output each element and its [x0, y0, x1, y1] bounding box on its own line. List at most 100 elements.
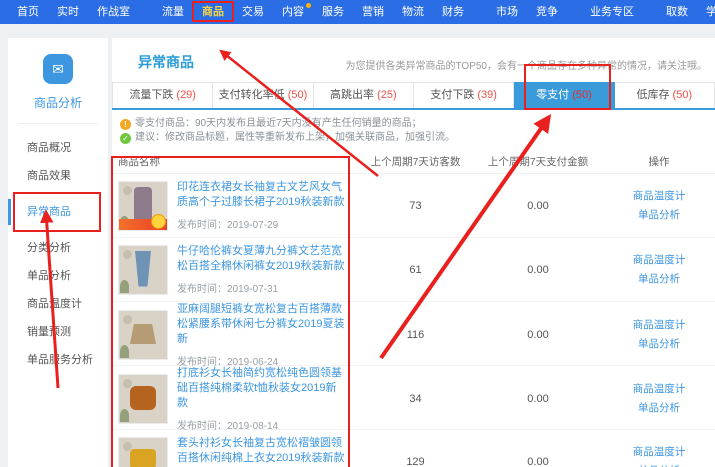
product-image[interactable] [118, 245, 168, 295]
nav-item-business-zone[interactable]: 业务专区 [581, 0, 643, 24]
nav-item-label: 取数 [666, 6, 688, 18]
nav-item-data-extract[interactable]: 取数 [657, 0, 697, 24]
publish-date-label: 发布时间： [177, 284, 227, 295]
product-thermometer-link[interactable]: 商品温度计 [603, 251, 715, 270]
sidebar-item-item-service-analysis[interactable]: 单品服务分析 [8, 346, 108, 374]
product-image[interactable] [118, 310, 168, 360]
visitors-value: 34 [358, 393, 473, 405]
tab-count: (50) [673, 89, 693, 101]
publish-date-label: 发布时间： [177, 220, 227, 231]
tab-label: 低库存 [636, 89, 669, 101]
page-note: 为您提供各类异常商品的TOP50，会有一个商品存在多种异常的情况，请关注哦。 [346, 57, 708, 72]
top-nav: 首页实时作战室 流量商品交易内容服务营销物流财务 市场竞争 业务专区 取数学院 [0, 0, 715, 24]
actions-cell: 商品温度计单品分析 [603, 316, 715, 354]
nav-item-trade[interactable]: 交易 [233, 0, 273, 24]
nav-item-finance[interactable]: 财务 [433, 0, 473, 24]
item-analysis-link[interactable]: 单品分析 [603, 270, 715, 289]
garment-shape [135, 251, 151, 287]
actions-cell: 商品温度计单品分析 [603, 251, 715, 289]
product-cell: 亚麻阔腿短裤女宽松复古百搭薄款松紧腰系带休闲七分裤女2019夏装新发布时间：20… [118, 302, 358, 368]
sidebar-menu: 商品概况商品效果异常商品分类分析单品分析商品温度计销量预测单品服务分析 [8, 134, 108, 374]
garment-shape [134, 187, 152, 223]
nav-item-home[interactable]: 首页 [8, 0, 48, 24]
product-title-link[interactable]: 印花连衣裙女长袖复古文艺风女气质高个子过膝长裙子2019秋装新款 [177, 180, 345, 210]
publish-date-value: 2019-08-14 [227, 421, 278, 432]
nav-item-traffic[interactable]: 流量 [153, 0, 193, 24]
sidebar-item-abnormal-products[interactable]: 异常商品 [8, 198, 108, 226]
nav-item-marketing[interactable]: 营销 [353, 0, 393, 24]
sidebar-item-label: 商品效果 [27, 170, 71, 182]
product-title-link[interactable]: 打底衫女长袖简约宽松纯色圆领基础百搭纯棉柔软t恤秋装女2019新款 [177, 366, 345, 411]
product-thermometer-link[interactable]: 商品温度计 [603, 187, 715, 206]
table-body: 印花连衣裙女长袖复古文艺风女气质高个子过膝长裙子2019秋装新款发布时间： 201… [112, 174, 715, 467]
item-analysis-link[interactable]: 单品分析 [603, 462, 715, 467]
sidebar-item-product-thermometer[interactable]: 商品温度计 [8, 290, 108, 318]
nav-item-service[interactable]: 服务 [313, 0, 353, 24]
product-image[interactable] [118, 181, 168, 231]
item-analysis-link[interactable]: 单品分析 [603, 206, 715, 225]
nav-item-war-room[interactable]: 作战室 [88, 0, 139, 24]
visitors-value: 73 [358, 200, 473, 212]
sidebar: ✉ 商品分析 商品概况商品效果异常商品分类分析单品分析商品温度计销量预测单品服务… [8, 38, 108, 467]
sidebar-item-product-effect[interactable]: 商品效果 [8, 162, 108, 190]
product-thermometer-link[interactable]: 商品温度计 [603, 380, 715, 399]
actions-cell: 商品温度计单品分析 [603, 187, 715, 225]
sidebar-item-sales-forecast[interactable]: 销量预测 [8, 318, 108, 346]
product-thermometer-link[interactable]: 商品温度计 [603, 443, 715, 462]
nav-item-realtime[interactable]: 实时 [48, 0, 88, 24]
tab-payment-drop[interactable]: 支付下跌 (39) [414, 82, 514, 108]
nav-item-label: 财务 [442, 6, 464, 18]
visitors-value: 116 [358, 329, 473, 341]
table-header-row: 商品名称 上个周期7天访客数 上个周期7天支付金额 操作 [112, 149, 715, 174]
tab-count: (50) [572, 89, 592, 101]
nav-item-label: 流量 [162, 6, 184, 18]
tab-conversion-low[interactable]: 支付转化率低 (50) [213, 82, 313, 108]
nav-item-logistics[interactable]: 物流 [393, 0, 433, 24]
table-row: 牛仔哈伦裤女夏薄九分裤文艺范宽松百搭全棉休闲裤女2019秋装新款发布时间：201… [112, 238, 715, 302]
sidebar-item-product-overview[interactable]: 商品概况 [8, 134, 108, 162]
sidebar-item-item-analysis[interactable]: 单品分析 [8, 262, 108, 290]
tab-zero-payment[interactable]: 零支付 (50) [514, 82, 614, 108]
nav-item-label: 竞争 [536, 6, 558, 18]
sidebar-item-label: 异常商品 [27, 206, 71, 218]
product-thermometer-link[interactable]: 商品温度计 [603, 316, 715, 335]
garment-shape [130, 386, 156, 410]
product-info: 打底衫女长袖简约宽松纯色圆领基础百搭纯棉柔软t恤秋装女2019新款发布时间：20… [177, 366, 345, 432]
nav-item-product[interactable]: 商品 [193, 0, 233, 24]
product-title-link[interactable]: 套头衬衫女长袖复古宽松褶皱圆领百搭休闲纯棉上衣女2019秋装新款 [177, 436, 345, 466]
table-row: 印花连衣裙女长袖复古文艺风女气质高个子过膝长裙子2019秋装新款发布时间：201… [112, 174, 715, 238]
tab-label: 高跳出率 [330, 89, 374, 101]
sidebar-item-category-analysis[interactable]: 分类分析 [8, 234, 108, 262]
nav-item-label: 业务专区 [590, 6, 634, 18]
main-content: 异常商品 为您提供各类异常商品的TOP50，会有一个商品存在多种异常的情况，请关… [112, 38, 715, 467]
payment-amount-value: 0.00 [473, 264, 603, 276]
nav-item-label: 交易 [242, 6, 264, 18]
screen: 首页实时作战室流量商品交易内容服务营销物流财务市场竞争业务专区取数学院 ✉ 商品… [0, 0, 715, 467]
product-title-link[interactable]: 牛仔哈伦裤女夏薄九分裤文艺范宽松百搭全棉休闲裤女2019秋装新款 [177, 244, 345, 274]
check-icon: ✓ [120, 133, 131, 144]
content-header: 异常商品 为您提供各类异常商品的TOP50，会有一个商品存在多种异常的情况，请关… [112, 38, 715, 82]
table-row: 套头衬衫女长袖复古宽松褶皱圆领百搭休闲纯棉上衣女2019秋装新款发布时间：201… [112, 430, 715, 467]
tab-traffic-drop[interactable]: 流量下跌 (29) [112, 82, 213, 108]
product-image[interactable] [118, 437, 168, 467]
tab-bounce-high[interactable]: 高跳出率 (25) [314, 82, 414, 108]
tab-low-stock[interactable]: 低库存 (50) [615, 82, 715, 108]
product-info: 印花连衣裙女长袖复古文艺风女气质高个子过膝长裙子2019秋装新款发布时间：201… [177, 180, 345, 231]
nav-item-market[interactable]: 市场 [487, 0, 527, 24]
product-title-link[interactable]: 亚麻阔腿短裤女宽松复古百搭薄款松紧腰系带休闲七分裤女2019夏装新 [177, 302, 345, 347]
item-analysis-link[interactable]: 单品分析 [603, 399, 715, 418]
page-title: 异常商品 [138, 52, 194, 72]
product-cell: 牛仔哈伦裤女夏薄九分裤文艺范宽松百搭全棉休闲裤女2019秋装新款发布时间：201… [118, 244, 358, 295]
nav-item-label: 实时 [57, 6, 79, 18]
nav-item-content[interactable]: 内容 [273, 0, 313, 24]
garment-shape [130, 449, 156, 467]
payment-amount-value: 0.00 [473, 456, 603, 467]
product-image[interactable] [118, 374, 168, 424]
nav-item-academy[interactable]: 学院 [697, 0, 715, 24]
item-analysis-link[interactable]: 单品分析 [603, 335, 715, 354]
actions-cell: 商品温度计单品分析 [603, 380, 715, 418]
nav-item-label: 营销 [362, 6, 384, 18]
nav-item-compete[interactable]: 竞争 [527, 0, 567, 24]
product-table: 商品名称 上个周期7天访客数 上个周期7天支付金额 操作 印花连衣裙女长袖复古文… [112, 149, 715, 467]
tab-label: 流量下跌 [129, 89, 173, 101]
